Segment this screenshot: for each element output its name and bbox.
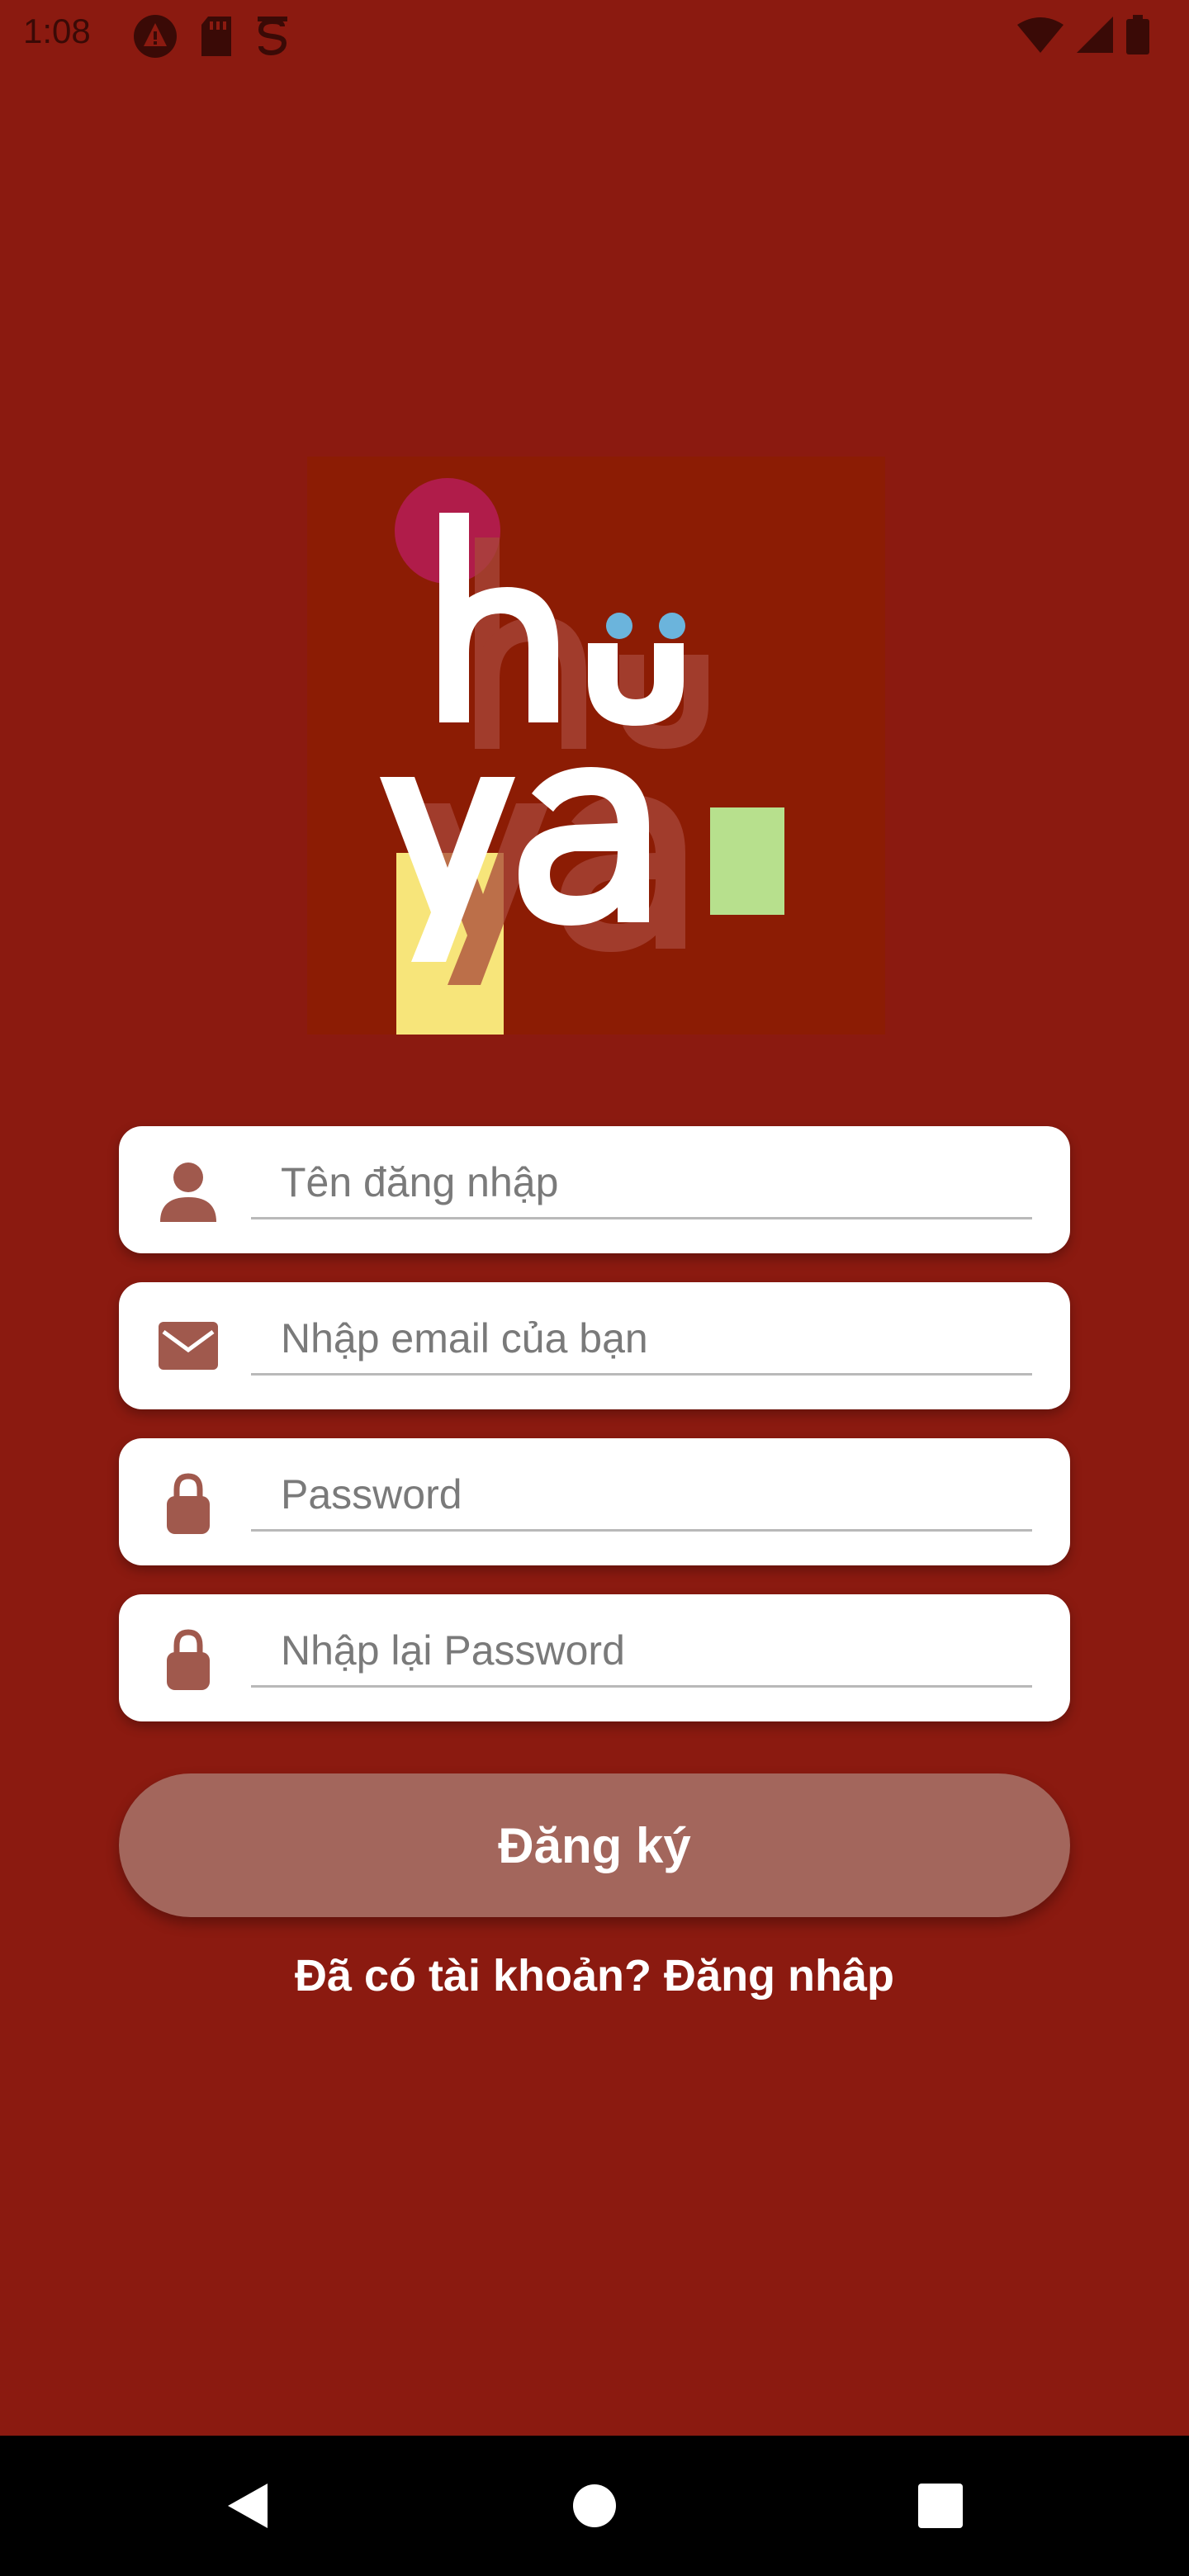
mail-icon	[159, 1322, 218, 1370]
recents-icon[interactable]	[903, 2469, 978, 2543]
email-field	[119, 1282, 1070, 1409]
app-logo	[307, 457, 885, 1035]
username-input[interactable]	[251, 1148, 1032, 1219]
navigation-bar	[0, 2436, 1189, 2576]
confirm-password-field	[119, 1594, 1070, 1721]
alert-icon	[134, 15, 177, 58]
home-icon[interactable]	[557, 2469, 632, 2543]
back-icon[interactable]	[211, 2469, 286, 2543]
email-input[interactable]	[251, 1304, 1032, 1376]
status-time: 1:08	[23, 12, 91, 50]
username-field	[119, 1126, 1070, 1253]
status-bar: 1:08	[0, 0, 1189, 69]
status-notification-icons	[132, 13, 291, 59]
cell-signal-icon	[1077, 17, 1113, 53]
password-field	[119, 1438, 1070, 1565]
battery-icon	[1126, 15, 1149, 54]
lock-icon	[167, 1473, 210, 1534]
login-link[interactable]: Đã có tài khoản? Đăng nhâp	[0, 1950, 1189, 2001]
wifi-icon	[1017, 17, 1063, 53]
app-s-icon	[258, 17, 287, 56]
confirm-password-input[interactable]	[251, 1616, 1032, 1688]
sd-card-icon	[201, 17, 231, 56]
signup-button[interactable]: Đăng ký	[119, 1773, 1070, 1917]
person-icon	[160, 1163, 216, 1222]
lock-icon	[167, 1629, 210, 1690]
password-input[interactable]	[251, 1460, 1032, 1532]
status-system-icons	[1017, 15, 1149, 54]
